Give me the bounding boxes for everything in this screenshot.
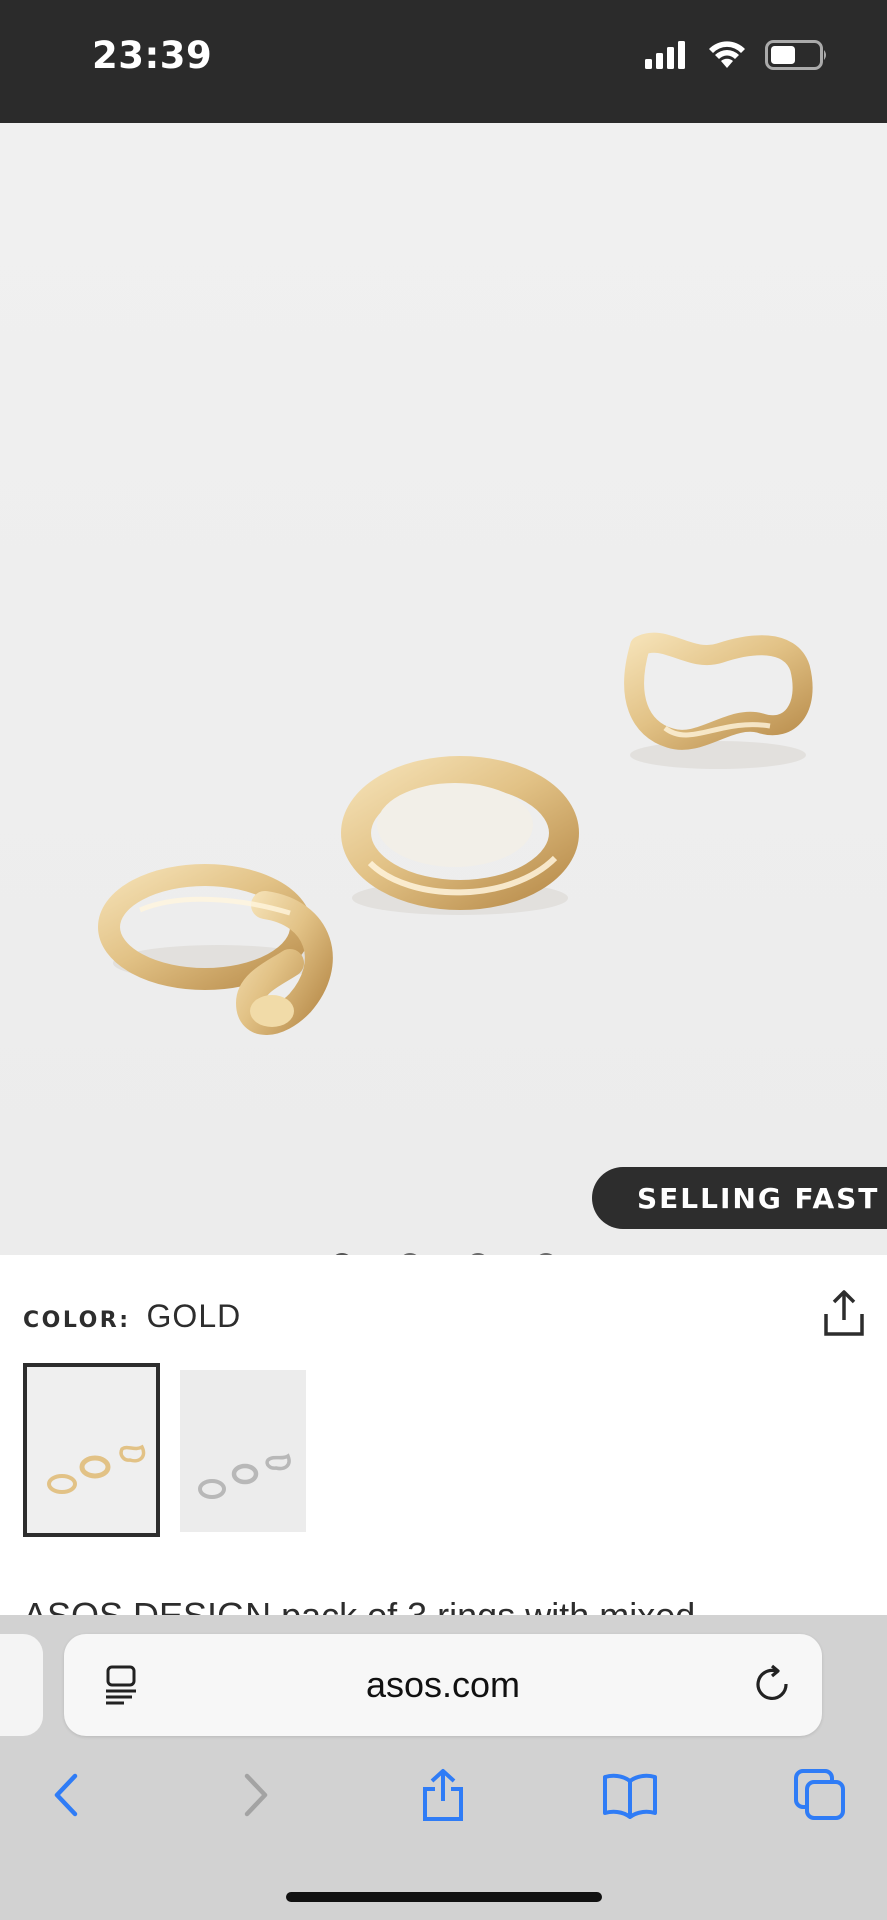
status-icons <box>645 40 829 70</box>
carousel-dot[interactable] <box>466 1253 489 1255</box>
silver-rings-thumbnail <box>198 1453 291 1499</box>
share-icon[interactable] <box>822 1288 866 1338</box>
tabs-button[interactable] <box>790 1765 850 1825</box>
carousel-dot[interactable] <box>534 1253 557 1255</box>
back-button[interactable] <box>36 1765 96 1825</box>
url-text: asos.com <box>365 1664 521 1705</box>
browser-nav-toolbar <box>0 1765 887 1845</box>
browser-toolbar: asos.com <box>0 1615 887 1920</box>
carousel-indicator <box>0 1253 887 1255</box>
reload-icon[interactable] <box>754 1664 794 1706</box>
product-title: ASOS DESIGN pack of 3 rings with mixed <box>23 1595 696 1616</box>
cellular-signal-icon <box>645 41 685 69</box>
color-label: COLOR: <box>23 1308 131 1333</box>
color-value: GOLD <box>146 1298 242 1334</box>
bookmarks-button[interactable] <box>600 1765 660 1825</box>
status-bar: 23:39 <box>0 0 887 123</box>
color-swatch-silver[interactable] <box>180 1370 306 1532</box>
forward-button[interactable] <box>226 1765 286 1825</box>
share-button[interactable] <box>413 1765 473 1825</box>
color-row: COLOR: GOLD <box>23 1298 241 1335</box>
share-icon <box>423 1769 463 1821</box>
color-swatch-gold[interactable] <box>23 1363 160 1537</box>
gold-rings-thumbnail <box>47 1444 146 1494</box>
selling-fast-badge: SELLING FAST <box>592 1167 887 1229</box>
carousel-dot[interactable] <box>398 1253 421 1255</box>
wifi-icon <box>709 41 745 68</box>
book-icon <box>603 1773 657 1819</box>
chevron-right-icon <box>244 1773 268 1817</box>
tabs-icon <box>794 1769 845 1820</box>
battery-icon <box>765 40 826 70</box>
rings-photo <box>0 123 887 1255</box>
chevron-left-icon <box>54 1773 78 1817</box>
product-image[interactable] <box>0 123 887 1255</box>
address-bar[interactable]: asos.com <box>64 1634 822 1736</box>
status-time: 23:39 <box>92 34 213 77</box>
home-indicator <box>286 1892 602 1902</box>
carousel-dot[interactable] <box>330 1253 353 1255</box>
previous-tab-peek[interactable] <box>0 1634 43 1736</box>
